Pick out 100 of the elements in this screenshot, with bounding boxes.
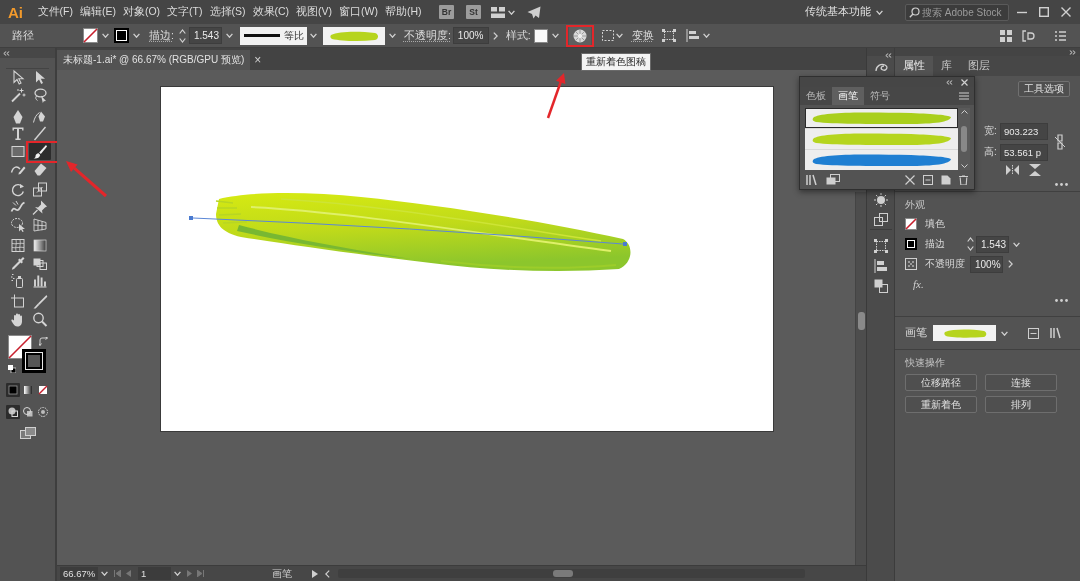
caret-icon[interactable] [1001, 330, 1008, 336]
panel-tab[interactable]: 属性 [895, 56, 933, 76]
swap-arrow-icon[interactable] [39, 336, 48, 346]
dashed-rectangle-icon[interactable] [601, 30, 614, 41]
zoom-field[interactable]: 66.67% [60, 567, 98, 580]
draw-behind-icon[interactable] [21, 404, 35, 419]
caret-icon[interactable] [551, 33, 559, 38]
scroll-down-icon[interactable] [960, 164, 968, 168]
bracket-icon[interactable] [1022, 29, 1035, 42]
draw-normal-icon[interactable] [6, 404, 20, 419]
menu-item[interactable]: 窗口(W) [335, 5, 382, 19]
caret-icon[interactable] [702, 33, 710, 38]
dashed-square-icon[interactable] [873, 239, 888, 253]
caret-icon[interactable] [615, 33, 623, 38]
default-colors-icon[interactable] [8, 364, 16, 373]
caret-icon[interactable] [133, 33, 140, 38]
menu-item[interactable]: 文件(F) [34, 5, 77, 19]
double-chevron-icon[interactable] [3, 50, 10, 56]
search-field[interactable]: 搜索 Adobe Stock [905, 3, 1009, 21]
draw-inside-icon[interactable] [36, 404, 50, 419]
spinner-arrows-icon[interactable] [967, 237, 974, 251]
panel-tab[interactable]: 图层 [960, 56, 998, 76]
menu-item[interactable]: 对象(O) [119, 5, 164, 19]
checkered-square-icon[interactable] [905, 258, 917, 270]
minus-square-icon[interactable] [1028, 327, 1039, 339]
broken-link-icon[interactable] [1054, 133, 1066, 150]
menu-item[interactable]: 编辑(E) [76, 5, 120, 19]
horizontal-scrollbar[interactable] [338, 569, 805, 578]
page-icon[interactable] [941, 174, 951, 185]
caret-icon[interactable] [309, 33, 317, 38]
vertical-scrollbar[interactable] [958, 108, 970, 170]
style-swatch[interactable] [533, 28, 548, 43]
more-icon[interactable] [1055, 299, 1068, 302]
panel-tab[interactable]: 库 [933, 56, 960, 76]
opacity-label[interactable]: 不透明度 [925, 257, 967, 271]
books-icon[interactable] [806, 174, 818, 185]
panel-tab[interactable]: 画笔 [832, 87, 864, 105]
menu-icon[interactable] [1055, 30, 1066, 41]
spinner-arrows-icon[interactable] [178, 28, 186, 43]
caret-icon[interactable] [388, 33, 396, 38]
menu-item[interactable]: 文字(T) [163, 5, 206, 19]
stroke-weight-field[interactable]: 1.543 [976, 235, 1009, 253]
quick-action-button[interactable]: 排列 [985, 396, 1057, 413]
play-icon[interactable] [312, 569, 318, 578]
books-icon[interactable] [1050, 327, 1062, 339]
align-icon[interactable] [685, 29, 700, 42]
no-fill-swatch-icon[interactable] [905, 218, 917, 230]
double-chevron-icon[interactable] [885, 52, 892, 58]
brush-list-item[interactable] [805, 108, 958, 128]
squares-grid-icon[interactable] [1000, 29, 1012, 42]
sun-icon[interactable] [873, 193, 888, 207]
panel-tab[interactable]: 符号 [864, 87, 896, 105]
height-field[interactable]: 53.561 p [1000, 143, 1048, 161]
quick-action-button[interactable]: 连接 [985, 374, 1057, 391]
search-icon[interactable] [909, 6, 920, 18]
stroke-weight-field[interactable]: 1.543 [188, 27, 222, 44]
workspace-switcher[interactable]: 传统基本功能 [805, 5, 871, 19]
double-chevron-icon[interactable] [946, 79, 953, 85]
panel-tab[interactable]: 色板 [800, 87, 832, 105]
close-icon[interactable] [1061, 7, 1071, 17]
flip-vertical-icon[interactable] [1029, 164, 1041, 176]
app-button[interactable]: St [466, 5, 482, 19]
filled-squares-icon[interactable] [873, 279, 888, 293]
swirl-icon[interactable] [873, 61, 888, 73]
stroke-label[interactable]: 描边 [925, 237, 967, 251]
flip-horizontal-icon[interactable] [1006, 165, 1019, 175]
opacity-field[interactable]: 100% [970, 255, 1003, 273]
caret-icon[interactable] [1013, 241, 1020, 247]
caret-icon[interactable] [876, 9, 883, 15]
menu-icon[interactable] [959, 92, 969, 100]
trash-icon[interactable] [959, 174, 968, 185]
minus-square-icon[interactable] [923, 174, 933, 185]
effects-button[interactable]: fx. [913, 278, 924, 290]
opacity-field[interactable]: 100% [452, 27, 489, 44]
caret-icon[interactable] [508, 9, 516, 15]
opacity-label[interactable]: 不透明度: [403, 28, 451, 43]
caret-icon[interactable] [174, 571, 181, 576]
screen-mode-icon[interactable] [20, 426, 36, 440]
caret-icon[interactable] [225, 33, 233, 38]
quick-action-button[interactable]: 位移路径 [905, 374, 977, 391]
stroke-label[interactable]: 描边: [149, 28, 174, 43]
transform-link[interactable]: 变换 [631, 28, 654, 43]
brush-definition-dropdown[interactable] [322, 26, 385, 45]
caret-icon[interactable] [102, 33, 109, 38]
chevron-right-icon[interactable] [492, 31, 498, 40]
stroke-swatch-icon[interactable] [905, 238, 917, 250]
cross-icon[interactable] [905, 174, 915, 185]
color-mode-icon[interactable] [6, 382, 20, 397]
artboard-field[interactable]: 1 [138, 567, 171, 580]
double-chevron-icon[interactable] [1069, 49, 1076, 55]
close-tab-button[interactable]: × [254, 53, 262, 67]
stroke-swatch-icon[interactable] [22, 348, 46, 373]
quick-action-button[interactable]: 重新着色 [905, 396, 977, 413]
menu-item[interactable]: 效果(C) [249, 5, 293, 19]
menu-item[interactable]: 帮助(H) [381, 5, 426, 19]
caret-icon[interactable] [101, 571, 108, 576]
close-icon[interactable] [961, 78, 968, 86]
no-fill-swatch-icon[interactable] [83, 28, 98, 43]
width-field[interactable]: 903.223 [1000, 122, 1048, 140]
stroke-profile-dropdown[interactable]: 等比 [239, 26, 307, 45]
